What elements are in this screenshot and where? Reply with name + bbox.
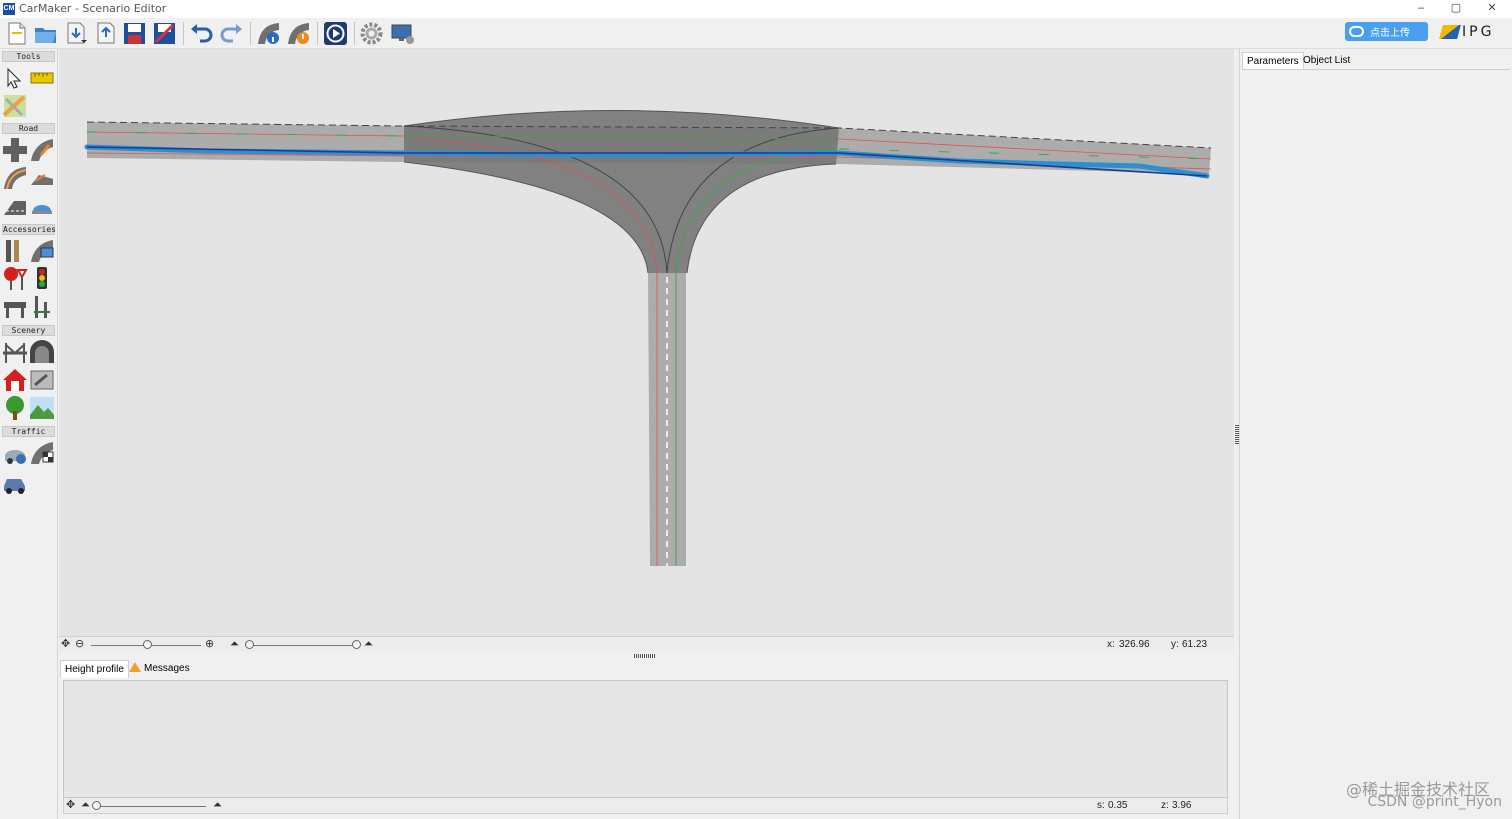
upload-label: 点击上传 [1370,28,1410,39]
palette-section-road: Road [2,123,55,134]
palette-section-accessories: Accessories [2,224,56,235]
object-icon[interactable] [29,367,55,393]
bottom-panel: Height profile Messages ✥ ⏶ ⏶ s: 0.35 z:… [59,658,1234,819]
road-info-icon[interactable] [255,20,282,47]
warning-icon [129,662,141,672]
height-profile-bar: ✥ ⏶ ⏶ s: 0.35 z: 3.96 [63,798,1228,814]
road-segment-icon[interactable] [2,193,28,219]
monitor-icon[interactable] [389,20,416,47]
status-s-label: s: [1097,800,1105,811]
road-check-icon[interactable] [285,20,312,47]
object-palette: Tools Road Accessories Scenery Traffic [0,49,58,819]
toolbar-separator [317,22,318,45]
road-ramp-icon[interactable] [29,137,55,163]
traffic-object-icon[interactable] [2,440,28,466]
tab-messages[interactable]: Messages [125,660,194,678]
tab-object-list[interactable]: Object List [1299,52,1354,69]
road-curve-icon[interactable] [2,165,28,191]
main-toolbar: 点击上传 IPG [0,18,1512,49]
junction-area[interactable] [404,110,839,273]
height-high-icon[interactable]: ⏶ [213,799,222,812]
move-icon[interactable]: ✥ [66,799,75,812]
map-icon[interactable] [2,93,28,119]
scene-canvas[interactable] [59,49,1234,636]
cloud-icon [1349,26,1364,37]
barrier-icon[interactable] [2,294,28,320]
ipg-mark-icon [1439,25,1461,39]
traffic-light-icon[interactable] [29,266,55,292]
road-sign-post-icon[interactable] [29,238,55,264]
move-icon[interactable]: ✥ [61,638,70,651]
height-low-icon[interactable]: ⏶ [81,799,90,812]
status-s-value: 0.35 [1108,800,1128,811]
road-marking-icon[interactable] [29,193,55,219]
profile-slider-track[interactable] [96,806,206,807]
scene-zoom-bar: ✥ ⊖ ⊕ ⏶ ⏶ x: 326.96 y: 61.23 [59,636,1234,652]
export-icon[interactable] [92,20,119,47]
open-folder-icon[interactable] [32,20,59,47]
stop-sign-icon[interactable] [2,266,28,292]
select-arrow-icon[interactable] [2,65,28,91]
right-panel: Parameters Object List [1239,49,1512,819]
close-button[interactable]: ✕ [1477,0,1507,18]
road-network-view[interactable] [59,49,1234,636]
profile-slider-thumb[interactable] [92,801,101,810]
settings-icon[interactable] [358,20,385,47]
title-bar: CM CarMaker - Scenario Editor – ▢ ✕ [0,0,1512,18]
zoom-in-icon[interactable]: ⊕ [205,638,214,651]
palette-section-scenery: Scenery [2,325,55,336]
palette-section-tools: Tools [2,51,55,62]
route-icon[interactable] [29,440,55,466]
window-title: CarMaker - Scenario Editor [19,2,167,15]
height-low-icon[interactable]: ⏶ [230,638,239,651]
parameters-body [1242,69,1510,816]
ruler-icon[interactable] [29,65,55,91]
carmaker-logo-icon: CM [3,3,15,15]
watermark-line2: CSDN @print_Hyon [1367,794,1502,810]
tab-parameters[interactable]: Parameters [1242,52,1304,69]
zoom-slider-thumb[interactable] [143,640,152,649]
maximize-button[interactable]: ▢ [1441,0,1471,18]
ipg-text: IPG [1462,24,1495,40]
pole-icon[interactable] [29,294,55,320]
coord-y-label: y: [1171,639,1179,650]
redo-icon[interactable] [218,20,245,47]
terrain-icon[interactable] [29,395,55,421]
tab-messages-label: Messages [144,663,190,674]
toolbar-separator [183,22,184,45]
height-slider-track[interactable] [245,645,357,646]
vehicle-icon[interactable] [2,470,28,496]
palette-section-traffic: Traffic [2,426,55,437]
import-icon[interactable] [62,20,89,47]
upload-button[interactable]: 点击上传 [1345,22,1428,41]
new-file-icon[interactable] [3,20,30,47]
height-slider-thumb[interactable] [245,640,254,649]
tree-icon[interactable] [2,395,28,421]
bridge-icon[interactable] [2,339,28,365]
height-high-icon[interactable]: ⏶ [364,638,373,651]
toolbar-separator [250,22,251,45]
save-as-icon[interactable] [151,20,178,47]
zoom-out-icon[interactable]: ⊖ [75,638,84,651]
tab-height-profile[interactable]: Height profile [60,660,129,678]
save-icon[interactable] [121,20,148,47]
minimize-button[interactable]: – [1406,0,1436,18]
junction-icon[interactable] [2,137,28,163]
coord-x-label: x: [1107,639,1115,650]
coord-x-value: 326.96 [1119,639,1150,650]
height-profile-plot[interactable] [63,680,1228,798]
tunnel-icon[interactable] [29,339,55,365]
coord-y-value: 61.23 [1182,639,1208,650]
status-z-value: 3.96 [1172,800,1192,811]
ipg-logo: IPG [1439,24,1495,40]
undo-icon[interactable] [188,20,215,47]
app-window: CM CarMaker - Scenario Editor – ▢ ✕ 点击上传… [0,0,1512,819]
road-bump-icon[interactable] [29,165,55,191]
height-slider-thumb-max[interactable] [352,640,361,649]
guardrail-icon[interactable] [2,238,28,264]
toolbar-separator [354,22,355,45]
house-icon[interactable] [2,367,28,393]
status-z-label: z: [1161,800,1169,811]
play-icon[interactable] [322,20,349,47]
